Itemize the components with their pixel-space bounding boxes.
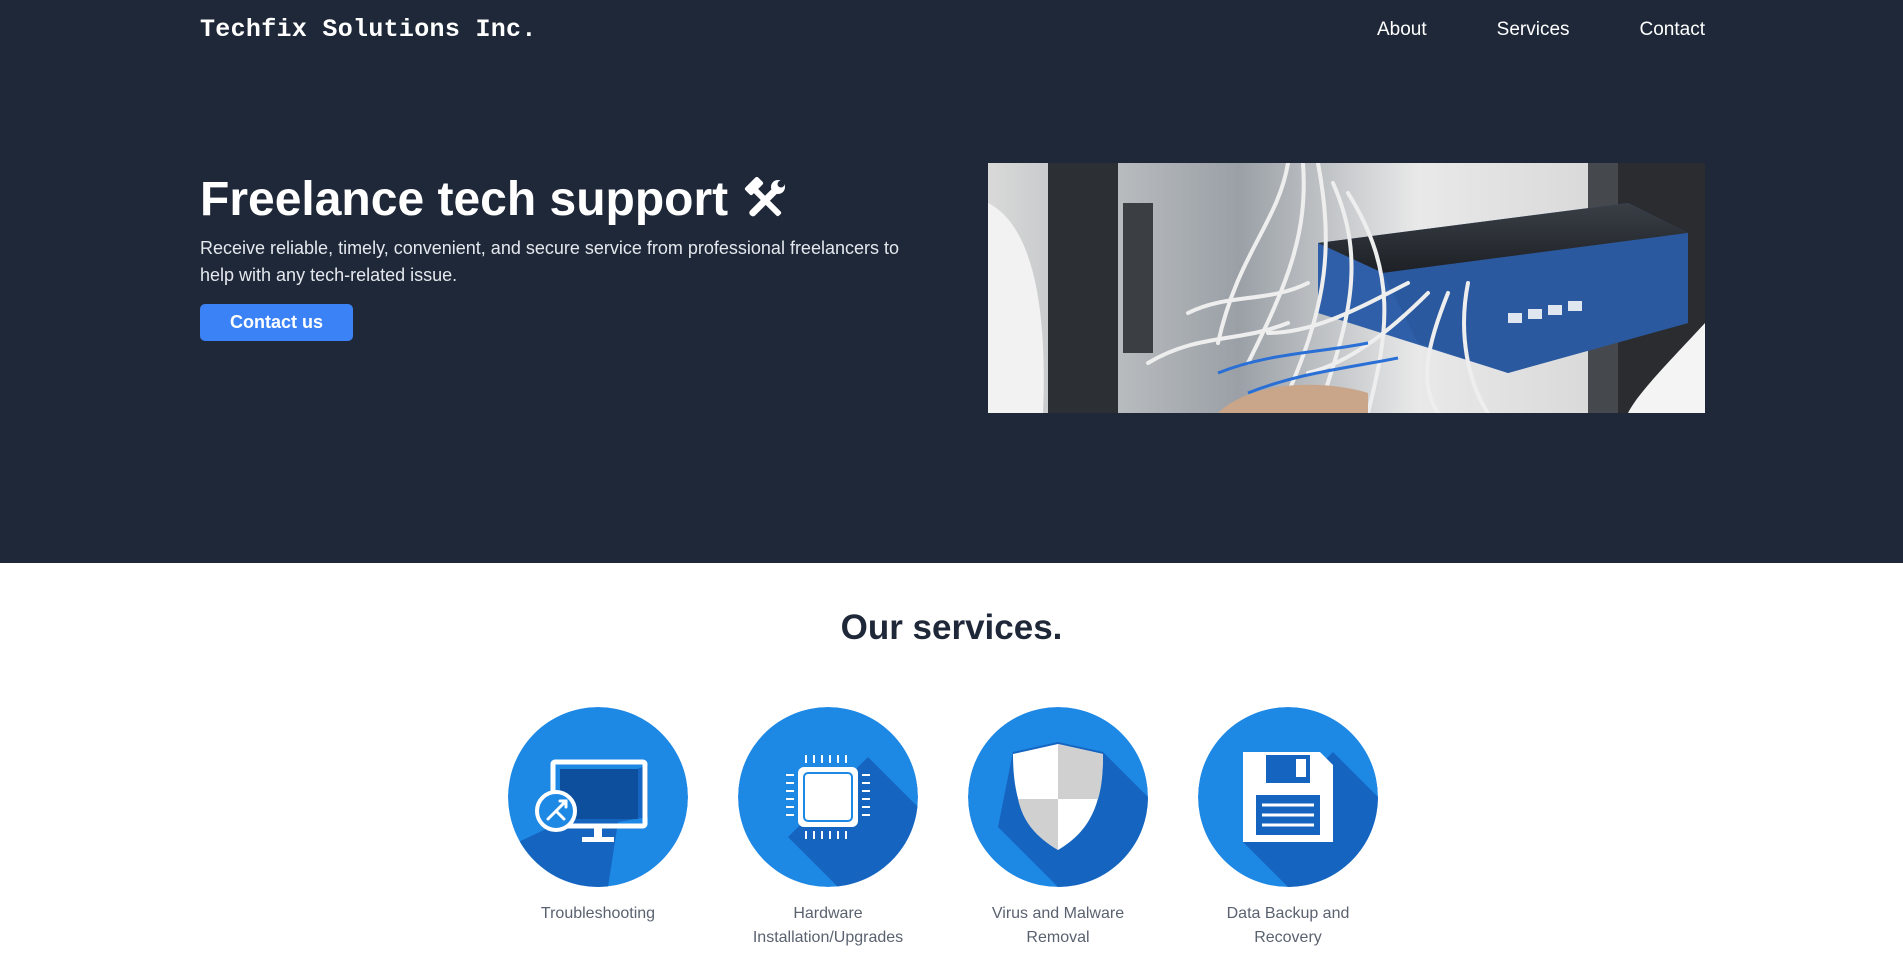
floppy-disk-icon (1198, 707, 1378, 887)
service-card-hardware[interactable]: Hardware Installation/Upgrades (738, 707, 918, 950)
main-nav: About Services Contact (1377, 19, 1705, 41)
service-label: Troubleshooting (540, 905, 656, 922)
contact-us-button[interactable]: Contact us (200, 304, 353, 341)
nav-link-about[interactable]: About (1377, 19, 1427, 41)
nav-link-services[interactable]: Services (1497, 19, 1570, 41)
service-card-virus-removal[interactable]: Virus and Malware Removal (968, 707, 1148, 950)
hero-description: Receive reliable, timely, convenient, an… (200, 238, 899, 285)
service-label: Data Backup and Recovery (1226, 905, 1350, 946)
hero-title: Freelance tech support (200, 172, 788, 227)
brand-logo[interactable]: Techfix Solutions Inc. (200, 15, 537, 44)
remote-desktop-monitor-icon (508, 707, 688, 887)
hero-section: Techfix Solutions Inc. About Services Co… (0, 0, 1903, 563)
hammer-wrench-icon (745, 176, 786, 216)
hero-title-text: Freelance tech support (200, 173, 729, 226)
service-card-troubleshooting[interactable]: Troubleshooting (508, 707, 688, 950)
services-title: Our services. (840, 608, 1063, 647)
nav-link-contact[interactable]: Contact (1640, 19, 1705, 41)
network-switch-cables-photo (988, 163, 1705, 413)
cpu-chip-icon (738, 707, 918, 887)
service-card-data-backup[interactable]: Data Backup and Recovery (1198, 707, 1378, 950)
service-label: Virus and Malware Removal (991, 905, 1125, 946)
shield-icon (968, 707, 1148, 887)
service-label: Hardware Installation/Upgrades (752, 905, 904, 946)
services-list: Troubleshooting Hardware Installation/Up… (508, 707, 1378, 950)
